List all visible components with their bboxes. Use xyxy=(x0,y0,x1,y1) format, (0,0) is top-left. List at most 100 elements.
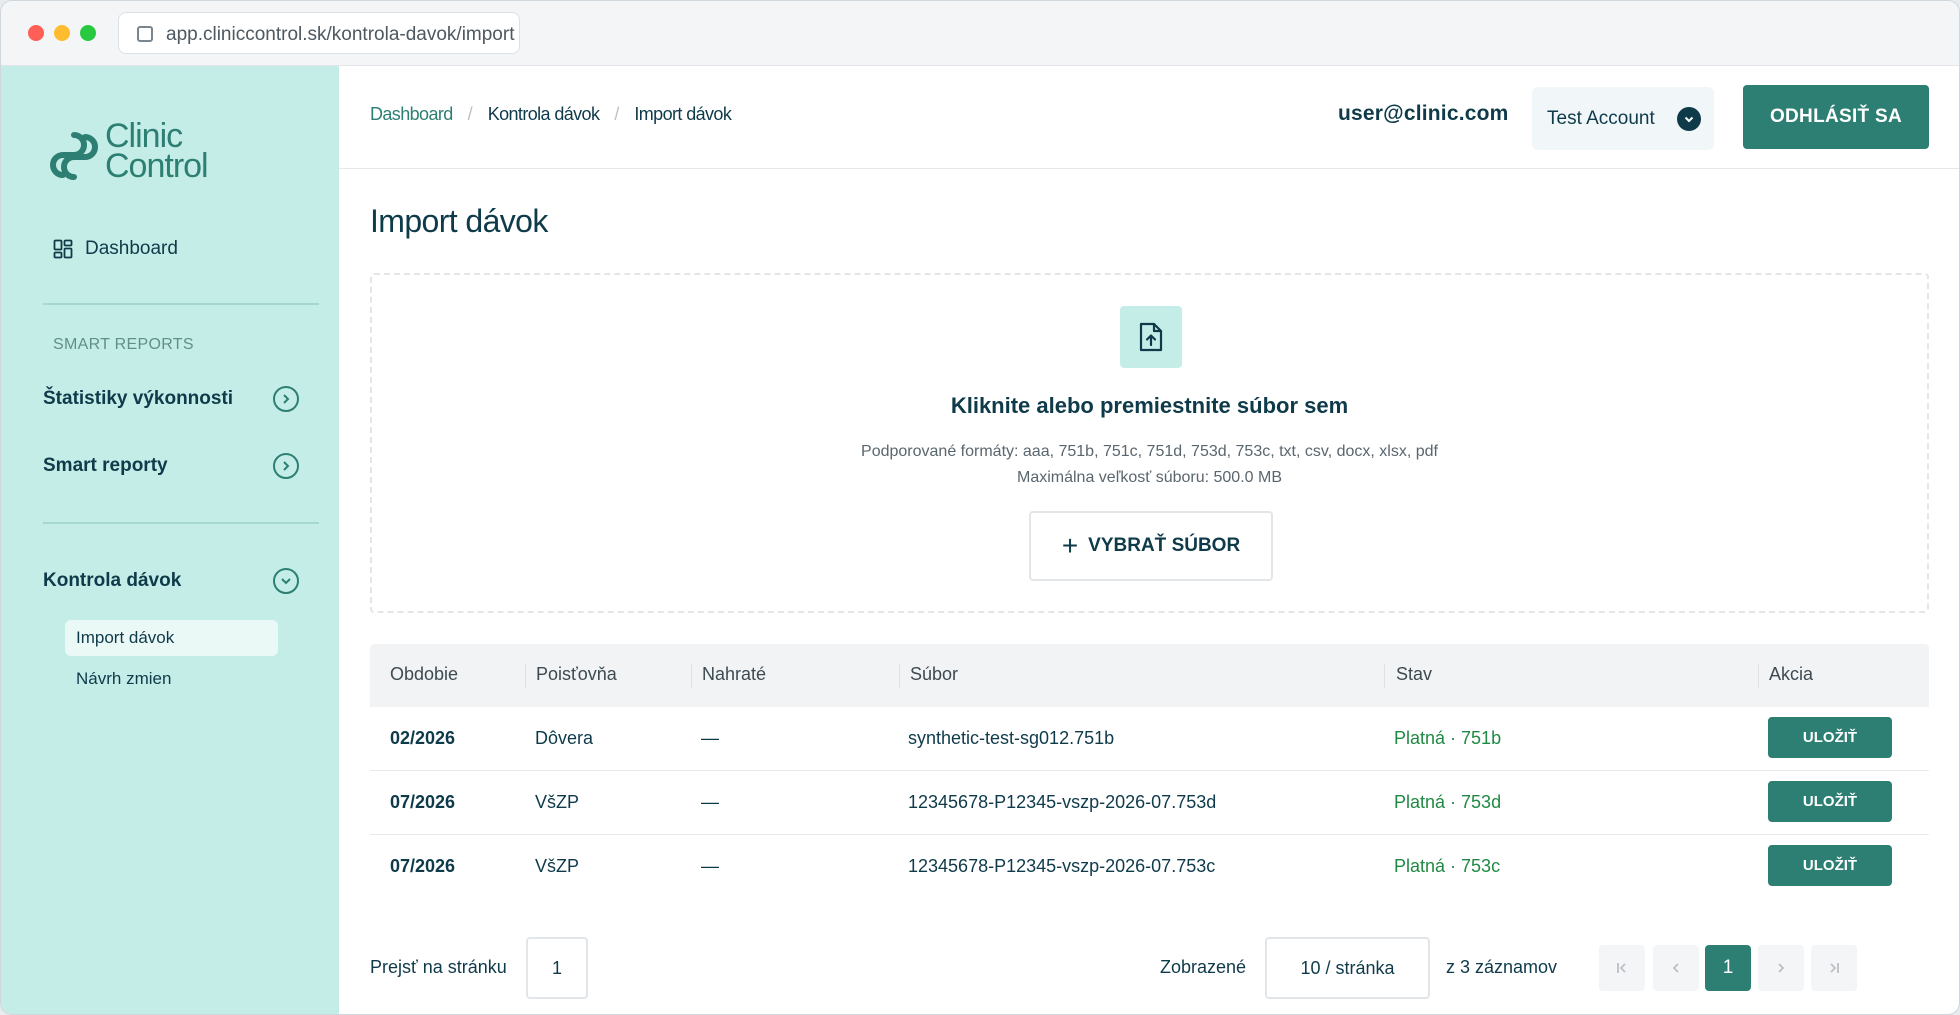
sidebar-group-label: Štatistiky výkonnosti xyxy=(43,388,234,409)
column-header-akcia: Akcia xyxy=(1769,664,1814,684)
chevron-right-icon xyxy=(273,386,299,412)
sidebar-group-kontrola-davok[interactable]: Kontrola dávok xyxy=(43,563,299,599)
breadcrumb-kontrola-davok[interactable]: Kontrola dávok xyxy=(488,104,600,125)
file-dropzone[interactable]: Kliknite alebo premiestnite súbor sem Po… xyxy=(370,273,1929,613)
sidebar: Clinic Control Dashboard SMART REPORTS Š… xyxy=(1,66,339,1014)
close-window-button[interactable] xyxy=(28,25,44,41)
select-file-label: VYBRAŤ SÚBOR xyxy=(1088,535,1241,556)
breadcrumb-import-davok: Import dávok xyxy=(634,104,732,124)
first-page-button[interactable] xyxy=(1599,945,1645,991)
sidebar-item-import-davok[interactable]: Import dávok xyxy=(65,620,278,656)
sidebar-section-label: SMART REPORTS xyxy=(53,336,194,353)
sidebar-item-dashboard[interactable]: Dashboard xyxy=(53,233,178,265)
browser-titlebar: app.cliniccontrol.sk/kontrola-davok/impo… xyxy=(1,1,1959,66)
account-selector[interactable]: Test Account xyxy=(1532,87,1714,150)
page-button-current[interactable]: 1 xyxy=(1705,945,1751,991)
sidebar-group-label: Kontrola dávok xyxy=(43,570,182,591)
account-label: Test Account xyxy=(1547,107,1655,129)
cell-status: Platná · 751b xyxy=(1394,728,1502,748)
page-size-select[interactable]: 10 / stránka xyxy=(1265,937,1430,999)
select-file-button[interactable]: + VYBRAŤ SÚBOR xyxy=(1029,511,1273,581)
page-size-value: 10 / stránka xyxy=(1300,957,1395,978)
page-icon xyxy=(137,26,153,42)
address-bar[interactable]: app.cliniccontrol.sk/kontrola-davok/impo… xyxy=(118,12,520,54)
table-row: 07/2026 VšZP — 12345678-P12345-vszp-2026… xyxy=(370,771,1929,835)
column-divider xyxy=(899,664,900,688)
chevron-down-icon xyxy=(1677,107,1701,131)
logo: Clinic Control xyxy=(47,119,237,191)
dropzone-formats: Podporované formáty: aaa, 751b, 751c, 75… xyxy=(861,443,1438,460)
cell-status: Platná · 753d xyxy=(1394,792,1502,812)
current-page-label: 1 xyxy=(1722,957,1734,978)
cell-status: Platná · 753c xyxy=(1394,856,1501,876)
cell-period: 02/2026 xyxy=(390,728,456,748)
column-divider xyxy=(525,664,526,688)
sidebar-group-smart-reporty[interactable]: Smart reporty xyxy=(43,448,299,484)
sidebar-divider xyxy=(43,522,319,524)
page-title: Import dávok xyxy=(370,203,548,239)
sidebar-group-statistiky[interactable]: Štatistiky výkonnosti xyxy=(43,381,299,417)
save-button[interactable]: ULOŽIŤ xyxy=(1768,717,1892,758)
prev-page-button[interactable] xyxy=(1653,945,1699,991)
breadcrumb-separator: / xyxy=(614,104,620,124)
sidebar-item-label: Import dávok xyxy=(76,628,175,647)
last-page-button[interactable] xyxy=(1811,945,1857,991)
shown-label: Zobrazené xyxy=(1160,957,1247,977)
chevron-right-icon xyxy=(1778,963,1785,973)
cell-uploaded: — xyxy=(701,856,719,876)
goto-page-value: 1 xyxy=(551,957,562,978)
total-records-label: z 3 záznamov xyxy=(1446,957,1558,977)
table-header: Obdobie Poisťovňa Nahraté Súbor Stav Akc… xyxy=(370,644,1929,707)
column-header-stav[interactable]: Stav xyxy=(1396,664,1432,685)
clinic-control-logo-icon xyxy=(50,132,98,180)
cell-file: 12345678-P12345-vszp-2026-07.753d xyxy=(908,792,1217,812)
sidebar-item-navrh-zmien[interactable]: Návrh zmien xyxy=(65,661,278,697)
logo-text: Clinic Control xyxy=(105,119,209,183)
column-header-subor[interactable]: Súbor xyxy=(910,664,958,685)
goto-page-input[interactable]: 1 xyxy=(526,937,588,999)
url-text: app.cliniccontrol.sk/kontrola-davok/impo… xyxy=(166,24,515,45)
chevron-right-icon xyxy=(273,453,299,479)
cell-uploaded: — xyxy=(701,728,719,748)
cell-insurer: VšZP xyxy=(535,792,580,812)
next-page-button[interactable] xyxy=(1758,945,1804,991)
table-row: 07/2026 VšZP — 12345678-P12345-vszp-2026… xyxy=(370,835,1929,899)
save-button[interactable]: ULOŽIŤ xyxy=(1768,845,1892,886)
breadcrumb-separator: / xyxy=(467,104,473,124)
plus-icon: + xyxy=(1061,530,1079,561)
breadcrumb-dashboard[interactable]: Dashboard xyxy=(370,104,453,125)
cell-period: 07/2026 xyxy=(390,792,456,812)
sidebar-item-label: Dashboard xyxy=(85,238,178,259)
dropzone-title: Kliknite alebo premiestnite súbor sem xyxy=(950,393,1349,418)
imports-table: Obdobie Poisťovňa Nahraté Súbor Stav Akc… xyxy=(370,644,1929,899)
minimize-window-button[interactable] xyxy=(54,25,70,41)
dashboard-icon xyxy=(53,239,73,259)
column-header-nahrate[interactable]: Nahraté xyxy=(702,664,766,685)
chevron-left-icon xyxy=(1672,963,1679,973)
cell-insurer: VšZP xyxy=(535,856,580,876)
sidebar-group-label: Smart reporty xyxy=(43,455,168,476)
logout-button[interactable]: ODHLÁSIŤ SA xyxy=(1743,85,1929,149)
last-page-icon xyxy=(1830,963,1839,973)
breadcrumb: Dashboard / Kontrola dávok / Import dávo… xyxy=(370,104,732,125)
column-divider xyxy=(1384,664,1385,688)
maximize-window-button[interactable] xyxy=(80,25,96,41)
file-upload-icon xyxy=(1120,306,1182,368)
first-page-icon xyxy=(1617,963,1626,973)
column-header-obdobie[interactable]: Obdobie xyxy=(390,664,458,685)
cell-insurer: Dôvera xyxy=(535,728,594,748)
cell-file: 12345678-P12345-vszp-2026-07.753c xyxy=(908,856,1216,876)
column-header-poistovna[interactable]: Poisťovňa xyxy=(536,664,617,685)
browser-window: app.cliniccontrol.sk/kontrola-davok/impo… xyxy=(0,0,1960,1015)
cell-uploaded: — xyxy=(701,792,719,812)
chevron-down-icon xyxy=(273,568,299,594)
save-button[interactable]: ULOŽIŤ xyxy=(1768,781,1892,822)
top-header: Dashboard / Kontrola dávok / Import dávo… xyxy=(339,66,1959,169)
cell-period: 07/2026 xyxy=(390,856,456,876)
dropzone-max-size: Maximálna veľkosť súboru: 500.0 MB xyxy=(1016,469,1282,486)
goto-page-label: Prejsť na stránku xyxy=(370,957,507,977)
sidebar-divider xyxy=(43,303,319,305)
cell-file: synthetic-test-sg012.751b xyxy=(908,728,1115,748)
user-email: user@clinic.com xyxy=(1338,102,1509,125)
table-row: 02/2026 Dôvera — synthetic-test-sg012.75… xyxy=(370,707,1929,771)
